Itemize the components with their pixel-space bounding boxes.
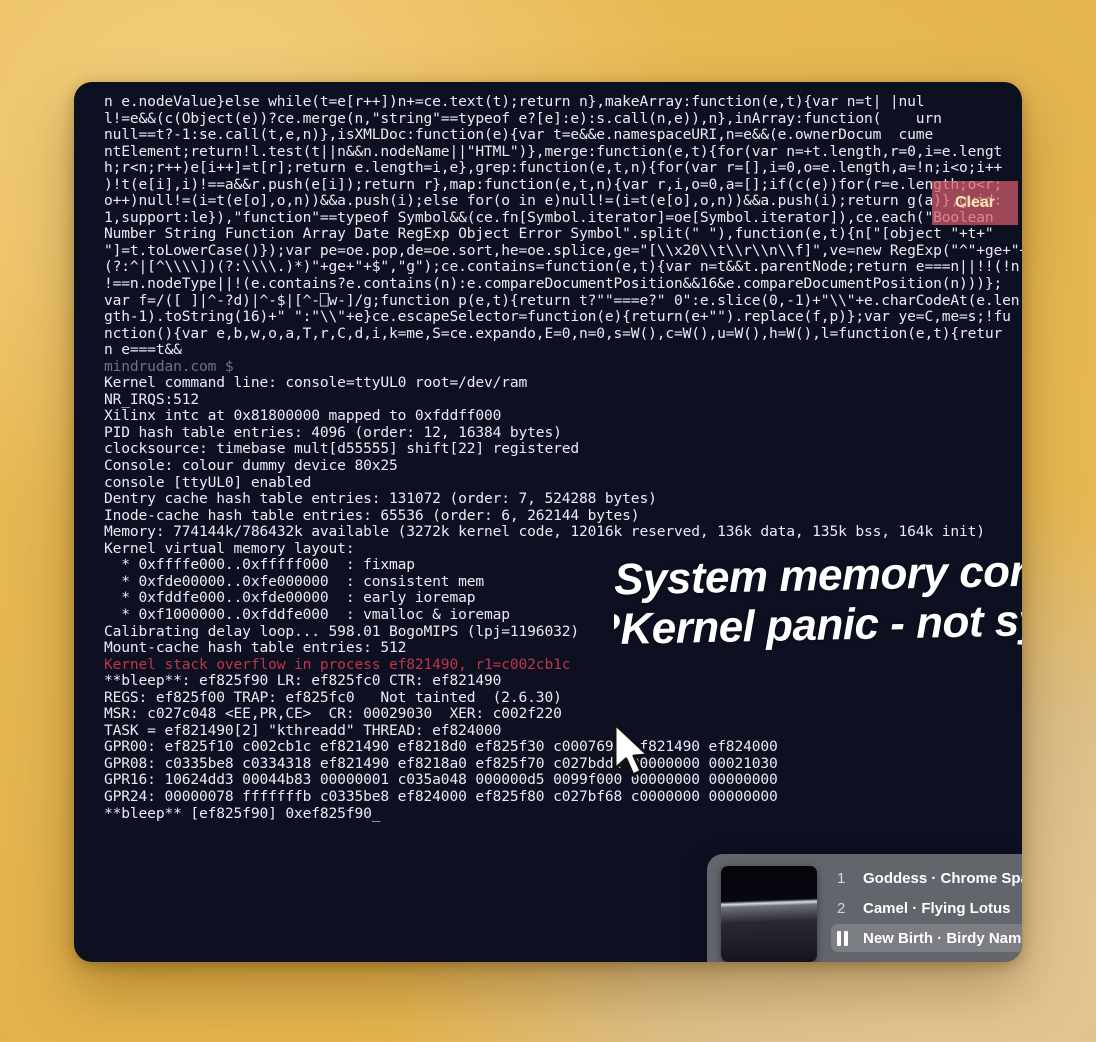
album-artwork — [721, 866, 817, 962]
track-number: 2 — [837, 899, 846, 917]
track-row[interactable]: 1 Goddess · Chrome Sparks — [831, 864, 1022, 892]
track-playing-icon — [837, 930, 863, 946]
kernel-trace-log: **bleep**: ef825f90 LR: ef825fc0 CTR: ef… — [104, 672, 778, 822]
spotify-queue-section: 1 Goddess · Chrome Sparks 2 Camel · Flying … — [707, 854, 1022, 962]
js-code-dump: n e.nodeValue}else while(t=e[r++])n+=ce.… — [104, 93, 1022, 359]
terminal-scroll-area[interactable]: n e.nodeValue}else while(t=e[r++])n+=ce.… — [74, 82, 1022, 962]
track-row[interactable]: 4Szamár Madár · Venetia — [831, 954, 1022, 963]
kernel-log: Kernel command line: console=ttyUL0 root… — [104, 374, 985, 657]
shell-prompt: mindrudan.com $ — [104, 357, 234, 375]
track-title: Camel · Flying Lotus — [863, 899, 1011, 917]
track-title: Goddess · Chrome Sparks — [863, 869, 1022, 887]
track-title: New Birth · Birdy Nam … — [863, 929, 1022, 947]
kernel-error-line: Kernel stack overflow in process ef82149… — [104, 655, 571, 673]
track-row[interactable]: New Birth · Birdy Nam … — [831, 924, 1022, 952]
track-number: 1 — [837, 869, 846, 887]
track-row[interactable]: 2 Camel · Flying Lotus — [831, 894, 1022, 922]
terminal-output: n e.nodeValue}else while(t=e[r++])n+=ce.… — [74, 82, 1022, 822]
spotify-mini-player[interactable]: 1 Goddess · Chrome Sparks 2 Camel · Flying … — [707, 854, 1022, 962]
track-number: 4 — [837, 960, 863, 963]
track-title: Szamár Madár · Venetia — [863, 960, 1022, 963]
clear-button[interactable]: Clear — [932, 181, 1018, 225]
terminal-window: n e.nodeValue}else while(t=e[r++])n+=ce.… — [74, 82, 1022, 962]
track-list[interactable]: 1 Goddess · Chrome Sparks 2 Camel · Flying … — [831, 864, 1022, 962]
screen: n e.nodeValue}else while(t=e[r++])n+=ce.… — [0, 0, 1096, 1042]
